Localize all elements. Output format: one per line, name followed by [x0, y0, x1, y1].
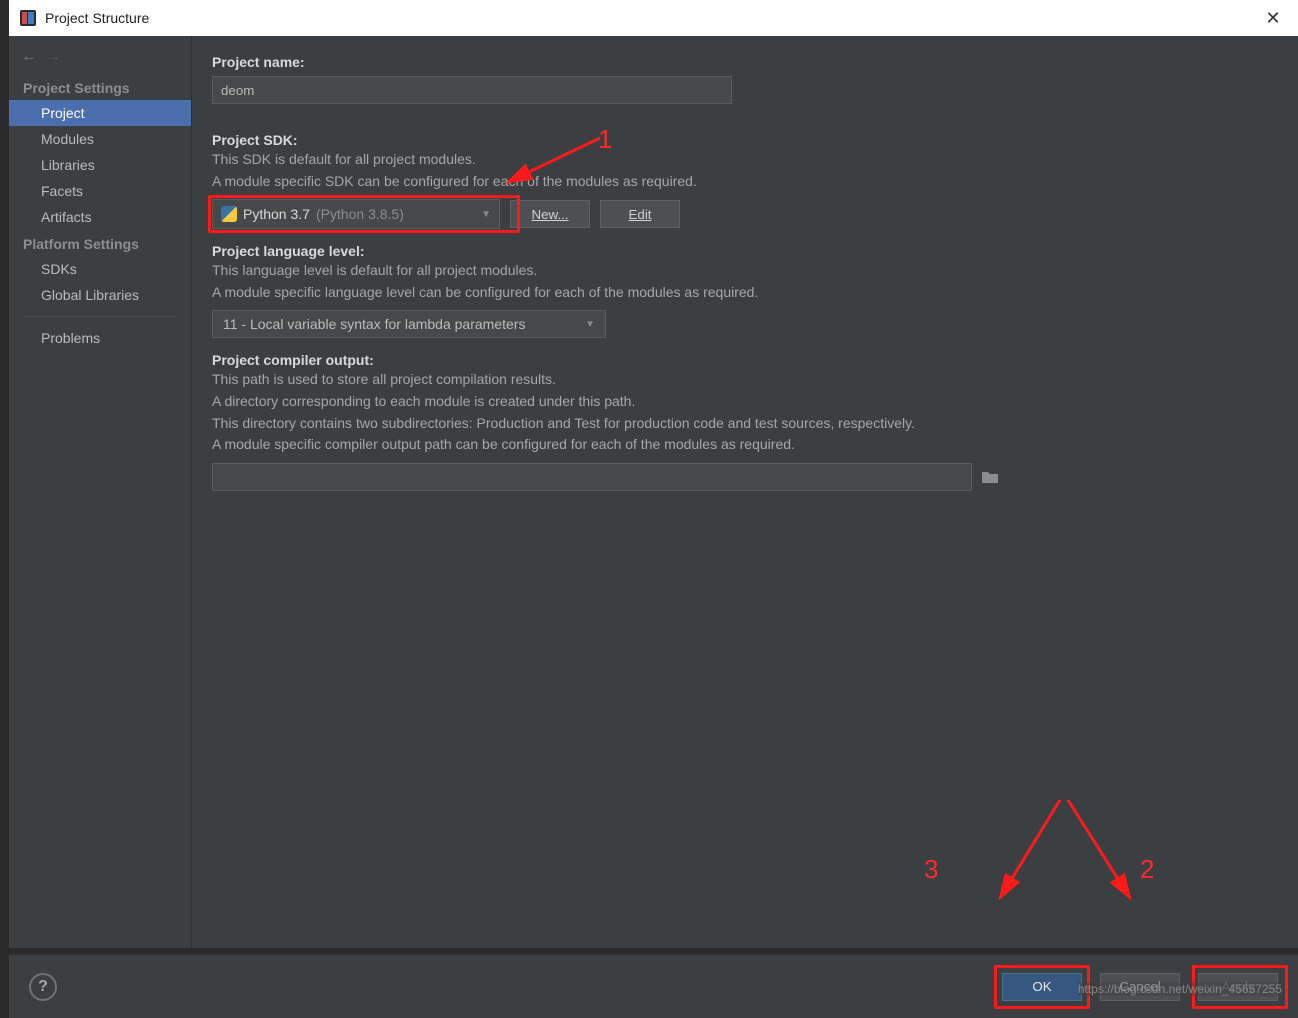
python-icon: [221, 206, 237, 222]
ok-button[interactable]: OK: [1002, 973, 1082, 1001]
sidebar-item-artifacts[interactable]: Artifacts: [9, 204, 191, 230]
output-hint-4: A module specific compiler output path c…: [212, 435, 1278, 455]
sidebar: ← → Project Settings Project Modules Lib…: [9, 36, 192, 948]
output-hint-3: This directory contains two subdirectori…: [212, 414, 1278, 434]
sdk-edit-label: Edit: [629, 207, 652, 222]
project-lang-label: Project language level:: [212, 243, 1278, 259]
dialog-body: ← → Project Settings Project Modules Lib…: [9, 36, 1298, 948]
sidebar-item-modules[interactable]: Modules: [9, 126, 191, 152]
sdk-hint-2: A module specific SDK can be configured …: [212, 172, 1278, 192]
output-hint-2: A directory corresponding to each module…: [212, 392, 1278, 412]
output-hint-1: This path is used to store all project c…: [212, 370, 1278, 390]
lang-hint-1: This language level is default for all p…: [212, 261, 1278, 281]
sidebar-section-platform-settings: Platform Settings: [9, 230, 191, 256]
sdk-new-label: New...: [531, 207, 568, 222]
project-sdk-dropdown[interactable]: Python 3.7 (Python 3.8.5) ▼: [212, 199, 500, 229]
sidebar-divider: [23, 316, 177, 317]
chevron-down-icon: ▼: [585, 319, 595, 330]
watermark: https://blog.csdn.net/weixin_45657255: [1078, 982, 1282, 996]
sdk-name: Python 3.7: [243, 206, 310, 222]
app-icon: [19, 9, 37, 27]
sdk-row: Python 3.7 (Python 3.8.5) ▼ New... Edit: [212, 199, 1278, 229]
sidebar-item-global-libraries[interactable]: Global Libraries: [9, 282, 191, 308]
help-icon[interactable]: ?: [29, 973, 57, 1001]
nav-back-icon[interactable]: ←: [21, 48, 37, 66]
sdk-hint-1: This SDK is default for all project modu…: [212, 150, 1278, 170]
compiler-output-input[interactable]: [212, 463, 972, 491]
compiler-output-row: [212, 463, 1278, 491]
nav-forward-icon[interactable]: →: [45, 48, 61, 66]
titlebar: Project Structure ✕: [9, 0, 1298, 36]
sidebar-item-problems[interactable]: Problems: [9, 325, 191, 351]
sidebar-item-project[interactable]: Project: [9, 100, 191, 126]
window-title: Project Structure: [45, 10, 149, 26]
close-icon[interactable]: ✕: [1258, 3, 1288, 33]
folder-browse-icon[interactable]: [978, 465, 1002, 489]
sidebar-item-facets[interactable]: Facets: [9, 178, 191, 204]
project-name-label: Project name:: [212, 54, 1278, 70]
sidebar-item-libraries[interactable]: Libraries: [9, 152, 191, 178]
project-sdk-label: Project SDK:: [212, 132, 1278, 148]
sdk-detail: (Python 3.8.5): [316, 206, 404, 222]
sidebar-section-project-settings: Project Settings: [9, 74, 191, 100]
lang-hint-2: A module specific language level can be …: [212, 283, 1278, 303]
sdk-edit-button[interactable]: Edit: [600, 200, 680, 228]
sdk-new-button[interactable]: New...: [510, 200, 590, 228]
project-output-label: Project compiler output:: [212, 352, 1278, 368]
project-name-input[interactable]: [212, 76, 732, 104]
chevron-down-icon: ▼: [481, 209, 491, 220]
language-level-value: 11 - Local variable syntax for lambda pa…: [223, 316, 525, 332]
language-level-dropdown[interactable]: 11 - Local variable syntax for lambda pa…: [212, 310, 606, 338]
sidebar-item-sdks[interactable]: SDKs: [9, 256, 191, 282]
content-pane: Project name: Project SDK: This SDK is d…: [192, 36, 1298, 948]
